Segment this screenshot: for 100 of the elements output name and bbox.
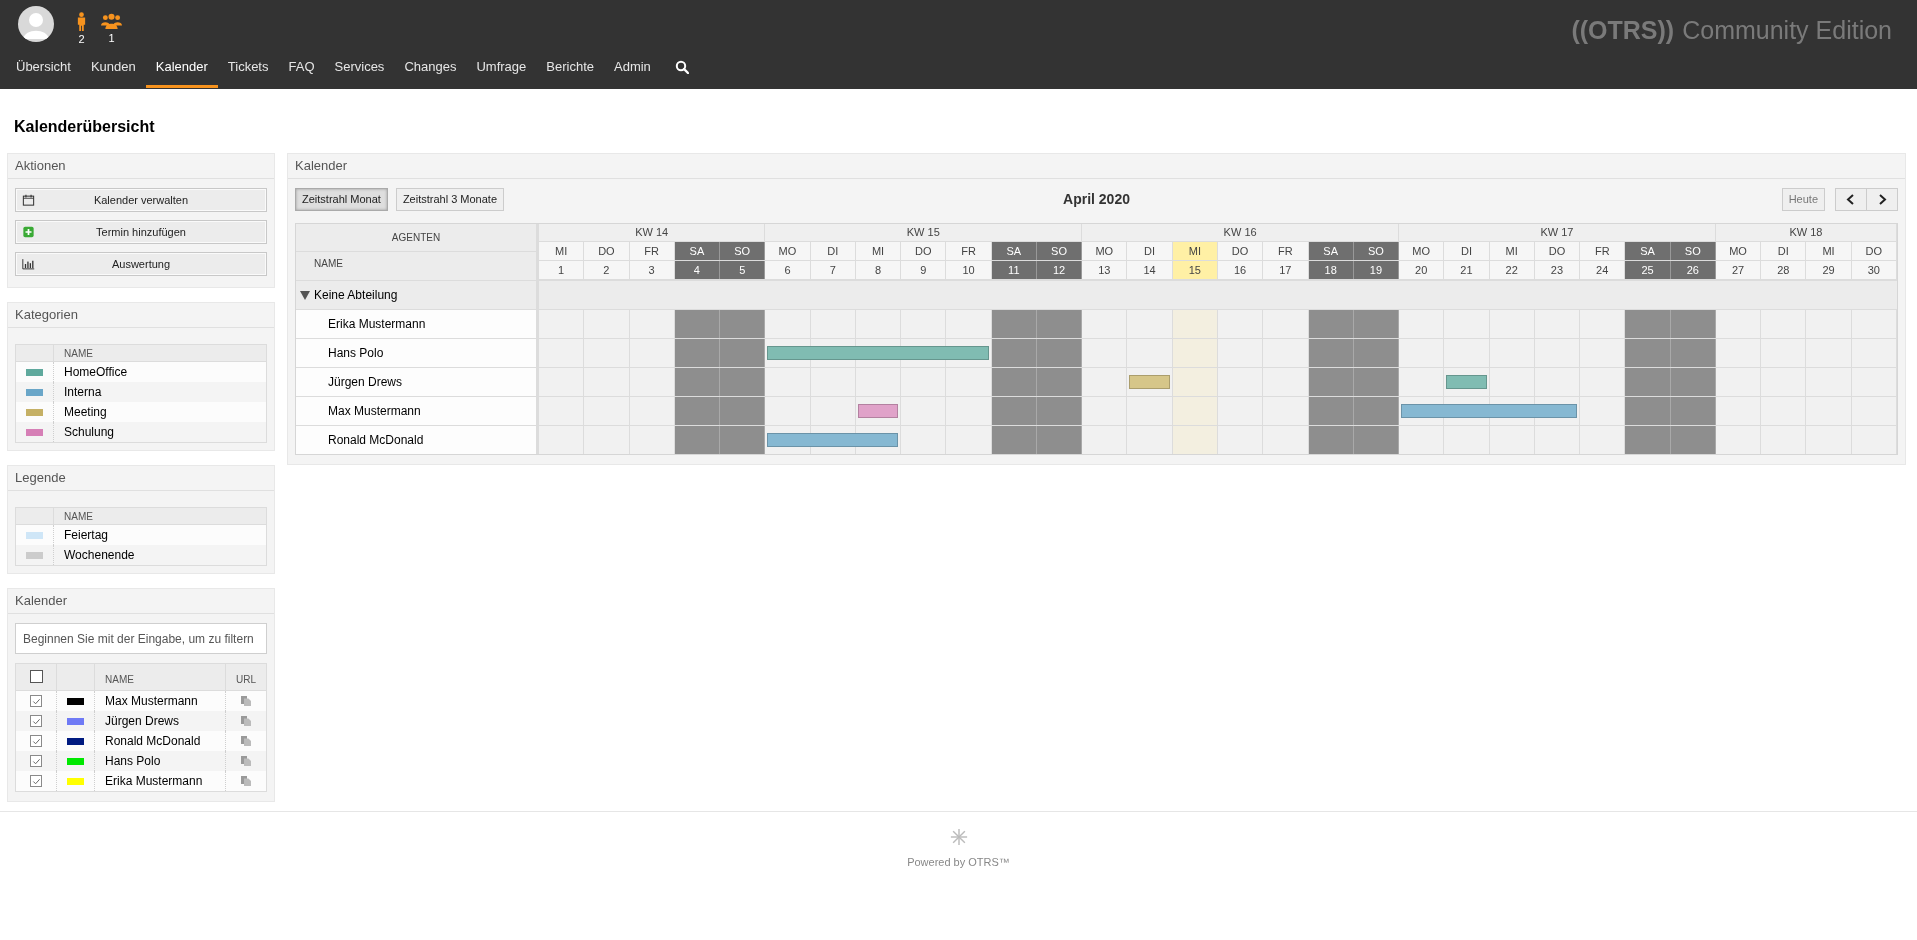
calendar-cell[interactable]	[1036, 310, 1083, 338]
calendar-cell[interactable]	[1715, 368, 1762, 396]
calendar-cell[interactable]	[1353, 310, 1400, 338]
calendar-cell[interactable]	[539, 426, 585, 454]
event-bar[interactable]	[1129, 375, 1170, 389]
calendar-cell[interactable]	[765, 397, 811, 425]
calendar-cell[interactable]	[1399, 397, 1445, 425]
calendar-cell[interactable]	[1353, 339, 1400, 367]
action-button[interactable]: Auswertung	[15, 252, 267, 276]
calendar-cell[interactable]	[1580, 426, 1626, 454]
calendar-cell[interactable]	[1353, 368, 1400, 396]
calendar-cell[interactable]	[1534, 426, 1581, 454]
calendar-cell[interactable]	[1851, 397, 1897, 425]
copy-icon[interactable]	[241, 756, 251, 766]
action-button[interactable]: Termin hinzufügen	[15, 220, 267, 244]
calendar-cell[interactable]	[765, 310, 811, 338]
calendar-cell[interactable]	[1399, 368, 1445, 396]
next-button[interactable]	[1866, 188, 1898, 211]
nav-tab[interactable]: FAQ	[278, 55, 325, 88]
copy-icon[interactable]	[241, 696, 251, 706]
calendar-cell[interactable]	[765, 426, 811, 454]
group-icon[interactable]	[101, 13, 122, 31]
calendar-cell[interactable]	[1308, 397, 1354, 425]
calendar-cell[interactable]	[1308, 339, 1354, 367]
checkbox[interactable]	[30, 755, 42, 767]
nav-tab[interactable]: Admin	[604, 55, 661, 88]
calendar-cell[interactable]	[674, 368, 721, 396]
calendar-cell[interactable]	[1580, 368, 1626, 396]
calendar-cell[interactable]	[901, 426, 947, 454]
calendar-cell[interactable]	[991, 310, 1037, 338]
calendar-cell[interactable]	[1263, 368, 1309, 396]
checkbox[interactable]	[30, 775, 42, 787]
calendar-cell[interactable]	[855, 397, 902, 425]
nav-tab[interactable]: Umfrage	[466, 55, 537, 88]
calendar-cell[interactable]	[1353, 426, 1400, 454]
calendar-cell[interactable]	[810, 339, 856, 367]
calendar-cell[interactable]	[674, 339, 721, 367]
checkbox[interactable]	[30, 735, 42, 747]
view-tab[interactable]: Zeitstrahl 3 Monate	[395, 188, 505, 211]
calendar-cell[interactable]	[946, 397, 992, 425]
calendar-cell[interactable]	[674, 310, 721, 338]
nav-tab[interactable]: Berichte	[536, 55, 604, 88]
calendar-cell[interactable]	[946, 426, 992, 454]
nav-tab[interactable]: Changes	[394, 55, 467, 88]
calendar-cell[interactable]	[1851, 368, 1897, 396]
calendar-cell[interactable]	[1082, 339, 1128, 367]
calendar-cell[interactable]	[1082, 397, 1128, 425]
calendar-cell[interactable]	[1580, 310, 1626, 338]
calendar-cell[interactable]	[991, 397, 1037, 425]
group-label[interactable]: Keine Abteilung	[314, 286, 398, 304]
calendar-cell[interactable]	[1625, 426, 1671, 454]
event-bar[interactable]	[1401, 404, 1445, 418]
filter-field[interactable]: Beginnen Sie mit der Eingabe, um zu filtern	[15, 623, 267, 654]
calendar-cell[interactable]	[1489, 397, 1535, 425]
calendar-cell[interactable]	[1263, 426, 1309, 454]
checkbox[interactable]	[30, 695, 42, 707]
calendar-cell[interactable]	[1851, 426, 1897, 454]
calendar-cell[interactable]	[946, 310, 992, 338]
calendar-cell[interactable]	[1308, 310, 1354, 338]
calendar-cell[interactable]	[1670, 339, 1716, 367]
calendar-cell[interactable]	[1625, 397, 1671, 425]
calendar-cell[interactable]	[1851, 339, 1897, 367]
event-bar[interactable]	[1534, 404, 1578, 418]
nav-tab[interactable]: Kunden	[80, 55, 146, 88]
calendar-cell[interactable]	[1308, 426, 1354, 454]
event-bar[interactable]	[857, 404, 899, 418]
calendar-cell[interactable]	[629, 310, 675, 338]
calendar-cell[interactable]	[584, 426, 630, 454]
calendar-cell[interactable]	[1036, 339, 1083, 367]
calendar-cell[interactable]	[720, 368, 766, 396]
calendar-cell[interactable]	[1806, 426, 1852, 454]
previous-button[interactable]	[1835, 188, 1867, 211]
person-icon[interactable]	[76, 12, 87, 32]
checkbox[interactable]	[29, 670, 43, 683]
calendar-cell[interactable]	[991, 339, 1037, 367]
calendar-cell[interactable]	[1082, 426, 1128, 454]
calendar-cell[interactable]	[1308, 368, 1354, 396]
calendar-cell[interactable]	[674, 426, 721, 454]
calendar-cell[interactable]	[946, 339, 992, 367]
calendar-cell[interactable]	[1715, 426, 1762, 454]
calendar-cell[interactable]	[1263, 310, 1309, 338]
calendar-cell[interactable]	[1399, 426, 1445, 454]
calendar-cell[interactable]	[1082, 310, 1128, 338]
calendar-cell[interactable]	[810, 426, 856, 454]
calendar-cell[interactable]	[1851, 310, 1897, 338]
calendar-cell[interactable]	[1715, 310, 1762, 338]
calendar-cell[interactable]	[1670, 368, 1716, 396]
collapse-icon[interactable]	[300, 290, 310, 300]
calendar-cell[interactable]	[1127, 368, 1173, 396]
calendar-cell[interactable]	[629, 397, 675, 425]
calendar-cell[interactable]	[1715, 397, 1762, 425]
calendar-cell[interactable]	[1715, 339, 1762, 367]
calendar-cell[interactable]	[1444, 426, 1490, 454]
today-button[interactable]: Heute	[1781, 188, 1825, 211]
calendar-cell[interactable]	[1761, 426, 1807, 454]
calendar-cell[interactable]	[1489, 426, 1535, 454]
nav-tab[interactable]: Übersicht	[6, 55, 81, 88]
calendar-cell[interactable]	[991, 426, 1037, 454]
calendar-cell[interactable]	[946, 368, 992, 396]
copy-icon[interactable]	[241, 776, 251, 786]
